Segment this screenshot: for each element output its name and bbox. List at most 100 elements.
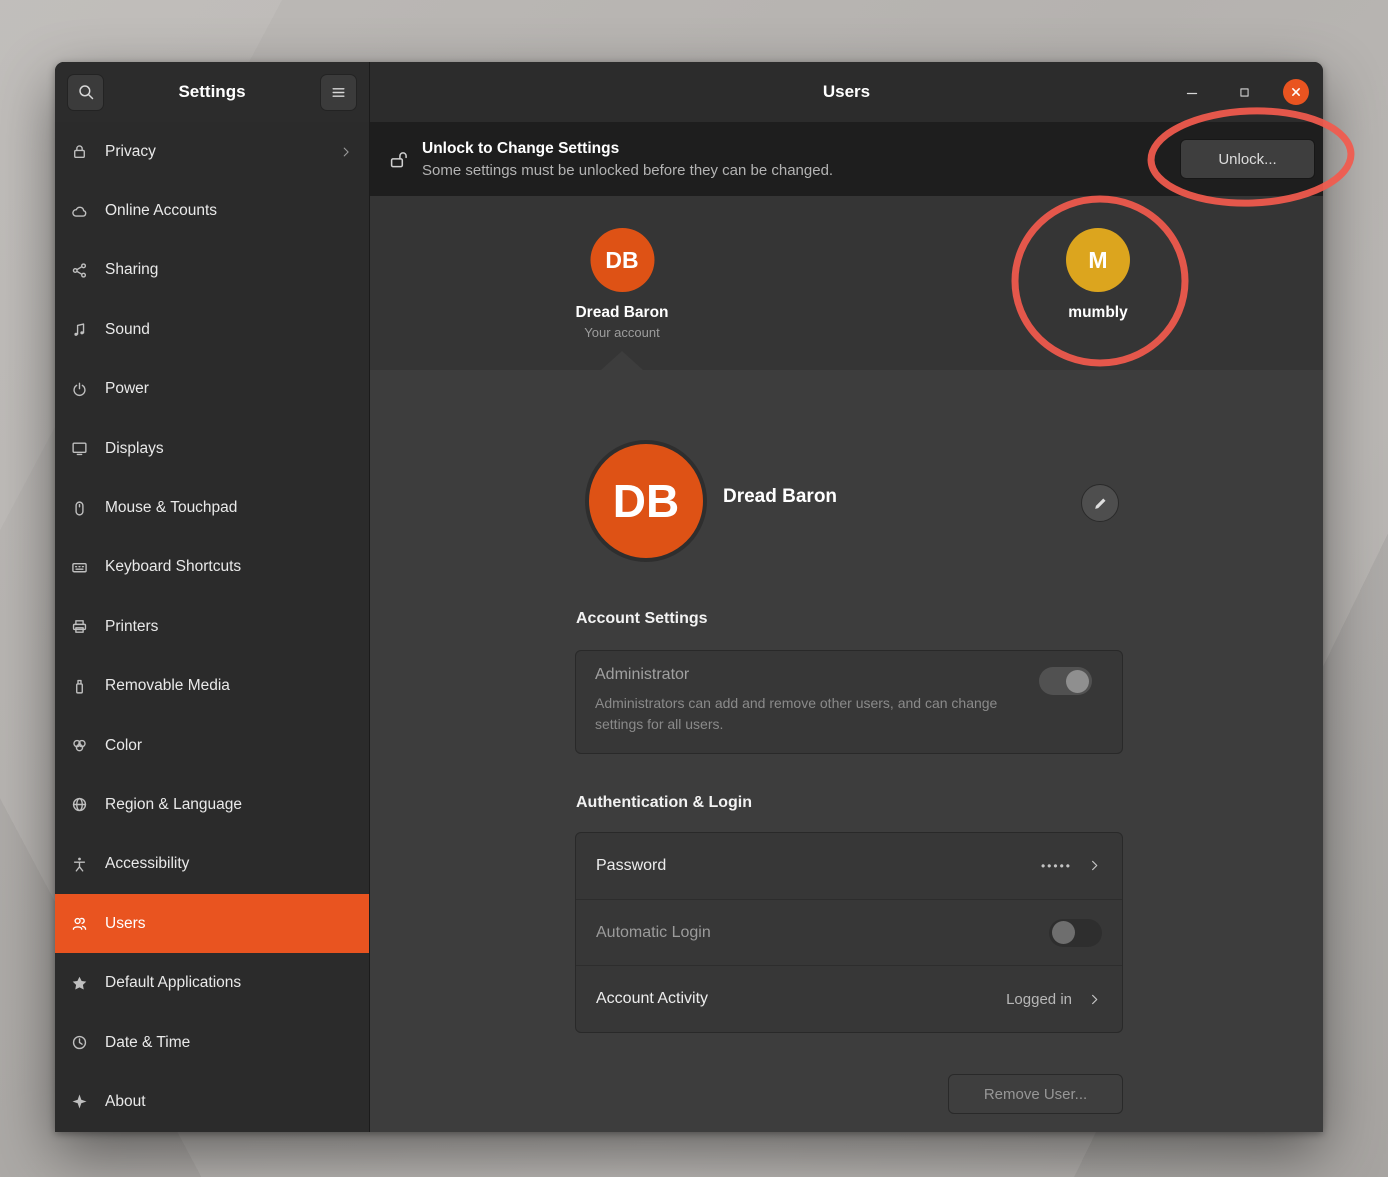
sidebar-item-label: Date & Time	[105, 1034, 190, 1052]
menu-button[interactable]	[320, 74, 357, 111]
sound-icon	[71, 321, 88, 338]
sidebar-item-removable-media[interactable]: Removable Media	[55, 657, 369, 716]
row-value: Logged in	[1006, 991, 1072, 1008]
user-detail-panel: DB Dread Baron Account Settings Administ…	[370, 370, 1323, 1132]
account-settings-title: Account Settings	[576, 610, 708, 628]
row-right: •••••	[1041, 858, 1102, 873]
row-label: Automatic Login	[596, 924, 711, 942]
media-icon	[71, 678, 88, 695]
row-label: Password	[596, 857, 666, 875]
sidebar-item-label: Online Accounts	[105, 202, 217, 220]
sidebar-item-keyboard-shortcuts[interactable]: Keyboard Shortcuts	[55, 538, 369, 597]
row-password[interactable]: Password •••••	[576, 833, 1122, 900]
unlock-banner-title: Unlock to Change Settings	[422, 140, 1166, 158]
user-note: Your account	[575, 325, 668, 340]
sidebar-item-region-language[interactable]: Region & Language	[55, 775, 369, 834]
menu-icon	[330, 84, 347, 101]
mouse-icon	[71, 500, 88, 517]
globe-icon	[71, 796, 88, 813]
unlock-button[interactable]: Unlock...	[1180, 139, 1315, 179]
sidebar-title: Settings	[178, 82, 245, 102]
chevron-right-icon	[339, 145, 353, 159]
row-label: Account Activity	[596, 990, 708, 1008]
display-icon	[71, 440, 88, 457]
unlock-banner: Unlock to Change Settings Some settings …	[370, 122, 1323, 196]
cloud-icon	[71, 203, 88, 220]
sidebar-item-power[interactable]: Power	[55, 360, 369, 419]
user-name: mumbly	[1066, 304, 1130, 322]
printer-icon	[71, 618, 88, 635]
administrator-toggle[interactable]	[1039, 667, 1092, 695]
accessibility-icon	[71, 856, 88, 873]
row-value: •••••	[1041, 859, 1072, 873]
sidebar-item-online-accounts[interactable]: Online Accounts	[55, 181, 369, 240]
sidebar-item-label: Printers	[105, 618, 158, 636]
user-avatar: M	[1066, 228, 1130, 292]
minimize-button[interactable]	[1179, 79, 1205, 105]
maximize-button[interactable]	[1231, 79, 1257, 105]
sidebar-item-privacy[interactable]: Privacy	[55, 122, 369, 181]
edit-avatar-button[interactable]	[1081, 484, 1119, 522]
close-button[interactable]	[1283, 79, 1309, 105]
sidebar-item-about[interactable]: About	[55, 1072, 369, 1131]
sidebar-item-label: About	[105, 1093, 146, 1111]
sidebar: Settings Privacy Online Accounts Sharing So…	[55, 62, 370, 1132]
sidebar-item-printers[interactable]: Printers	[55, 597, 369, 656]
settings-window: Settings Privacy Online Accounts Sharing So…	[55, 62, 1323, 1132]
sidebar-item-label: Accessibility	[105, 855, 189, 873]
close-icon	[1289, 85, 1303, 99]
user-carousel: DBDread BaronYour accountMmumbly	[370, 196, 1323, 370]
administrator-description: Administrators can add and remove other …	[595, 693, 1025, 735]
sparkle-icon	[71, 1093, 88, 1110]
row-right: Logged in	[1006, 991, 1102, 1008]
sidebar-item-label: Mouse & Touchpad	[105, 499, 237, 517]
user-card-mumbly[interactable]: Mmumbly	[1066, 228, 1130, 322]
sidebar-item-label: Default Applications	[105, 974, 241, 992]
unlock-banner-subtitle: Some settings must be unlocked before th…	[422, 162, 1166, 179]
detail-user-name: Dread Baron	[723, 486, 837, 508]
sidebar-list: Privacy Online Accounts Sharing Sound Power D…	[55, 122, 369, 1132]
sidebar-item-label: Privacy	[105, 143, 156, 161]
users-icon	[71, 915, 88, 932]
color-icon	[71, 737, 88, 754]
sidebar-item-displays[interactable]: Displays	[55, 419, 369, 478]
administrator-box: Administrator Administrators can add and…	[575, 650, 1123, 754]
sidebar-item-users[interactable]: Users	[55, 894, 369, 953]
row-account-activity[interactable]: Account Activity Logged in	[576, 966, 1122, 1032]
sidebar-item-label: Users	[105, 915, 145, 933]
sidebar-item-label: Displays	[105, 440, 164, 458]
user-card-dread-baron[interactable]: DBDread BaronYour account	[575, 228, 668, 340]
search-icon	[77, 83, 95, 101]
selected-user-notch	[601, 351, 643, 370]
sidebar-item-default-applications[interactable]: Default Applications	[55, 953, 369, 1012]
administrator-label: Administrator	[595, 666, 1103, 684]
window-controls	[1179, 79, 1323, 105]
sidebar-header: Settings	[55, 62, 369, 122]
sidebar-item-accessibility[interactable]: Accessibility	[55, 835, 369, 894]
remove-user-button[interactable]: Remove User...	[948, 1074, 1123, 1114]
pencil-icon	[1092, 495, 1109, 512]
unlock-icon	[389, 150, 408, 169]
toggle-knob	[1066, 670, 1089, 693]
sidebar-item-mouse-touchpad[interactable]: Mouse & Touchpad	[55, 478, 369, 537]
sidebar-item-label: Region & Language	[105, 796, 242, 814]
toggle-automatic-login[interactable]	[1049, 919, 1102, 947]
authentication-title: Authentication & Login	[576, 794, 752, 812]
keyboard-icon	[71, 559, 88, 576]
sidebar-item-sharing[interactable]: Sharing	[55, 241, 369, 300]
detail-avatar: DB	[585, 440, 707, 562]
sidebar-item-sound[interactable]: Sound	[55, 300, 369, 359]
sidebar-item-color[interactable]: Color	[55, 716, 369, 775]
maximize-icon	[1238, 86, 1251, 99]
chevron-right-icon	[1087, 992, 1102, 1007]
user-name: Dread Baron	[575, 304, 668, 322]
authentication-box: Password ••••• Automatic Login Account Acti…	[575, 832, 1123, 1033]
sidebar-item-label: Keyboard Shortcuts	[105, 558, 241, 576]
sidebar-item-label: Color	[105, 737, 142, 755]
chevron-right-icon	[1087, 858, 1102, 873]
sidebar-item-date-time[interactable]: Date & Time	[55, 1013, 369, 1072]
sidebar-item-label: Sound	[105, 321, 150, 339]
star-icon	[71, 975, 88, 992]
search-button[interactable]	[67, 74, 104, 111]
row-automatic-login[interactable]: Automatic Login	[576, 900, 1122, 967]
